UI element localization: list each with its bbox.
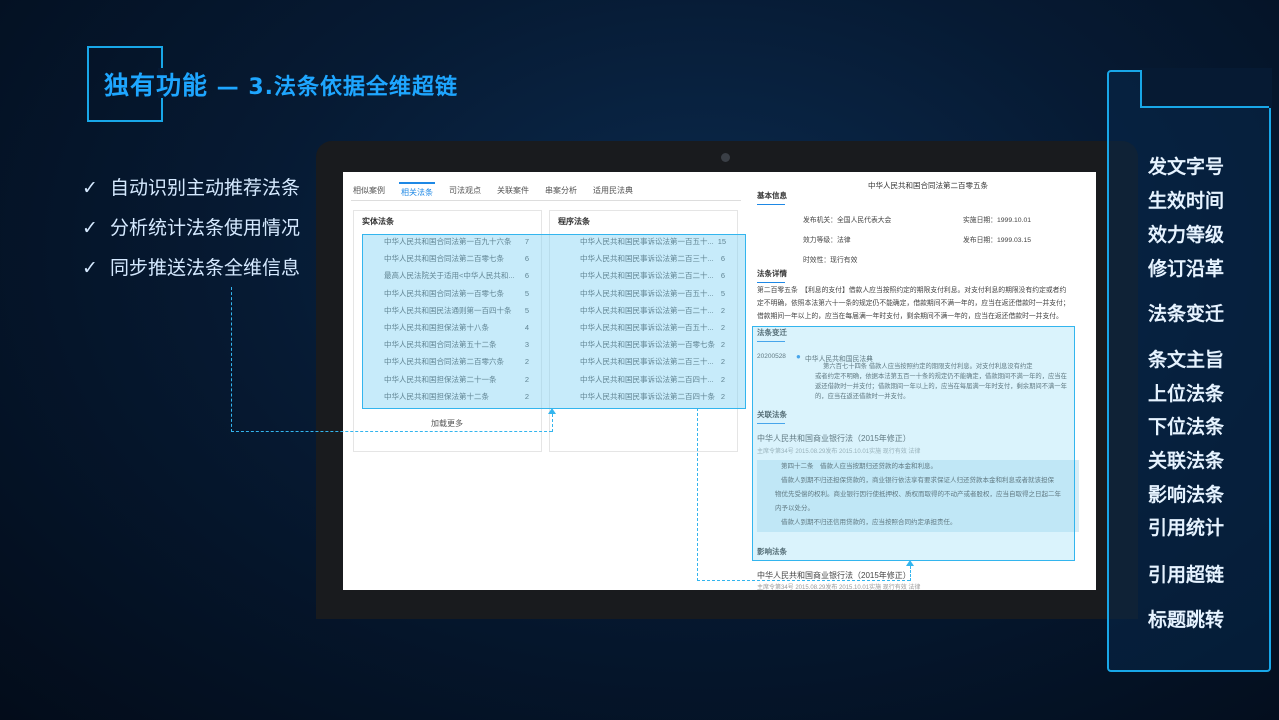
- feature-item: ✓ 分析统计法条使用情况: [82, 217, 301, 239]
- side-item-citation-link: 引用超链: [1148, 564, 1225, 586]
- side-item-title-jump: 标题跳转: [1148, 609, 1225, 631]
- checkmark-icon: ✓: [82, 257, 98, 279]
- tab-divider: [351, 200, 741, 201]
- side-item-related-law: 关联法条: [1148, 450, 1225, 472]
- tab-judicial-views[interactable]: 司法观点: [447, 182, 483, 201]
- law-detail-text: 第二百零五条 【利息的支付】借款人应当按照约定的期限支付利息。对支付利息的期限没…: [757, 287, 1070, 320]
- side-item-article-gist: 条文主旨: [1148, 349, 1225, 371]
- panel-header: 实体法条: [362, 217, 394, 226]
- tab-related-laws[interactable]: 相关法条: [399, 182, 435, 201]
- side-item-effective-time: 生效时间: [1148, 190, 1225, 212]
- tab-similar-cases[interactable]: 相似案例: [351, 182, 387, 201]
- connector-line: [231, 431, 552, 432]
- page-title: 独有功能 — 3.法条依据全维超链: [104, 71, 458, 100]
- section-law-detail: 法条详情: [757, 269, 787, 283]
- connector-line: [231, 287, 232, 432]
- tab-related-cases[interactable]: 关联案件: [495, 182, 531, 201]
- side-panel-notch-line: [1140, 106, 1269, 108]
- connector-line: [910, 566, 911, 581]
- side-item-effect-level: 效力等级: [1148, 224, 1225, 246]
- side-item-law-change: 法条变迁: [1148, 303, 1225, 325]
- side-item-doc-number: 发文字号: [1148, 156, 1225, 178]
- influence-law-meta: 主席令第34号 2015.08.29发布 2015.10.01实施 现行有效 法…: [757, 585, 921, 590]
- law-list-highlight: [362, 234, 746, 409]
- feature-item: ✓ 同步推送法条全维信息: [82, 257, 301, 279]
- impl-date: 实施日期：1999.10.01: [963, 217, 1032, 224]
- load-more-link[interactable]: 加载更多: [431, 418, 463, 429]
- tab-bar: 相似案例 相关法条 司法观点 关联案件 串案分析 适用民法典: [351, 182, 647, 201]
- checkmark-icon: ✓: [82, 177, 98, 199]
- arrow-up-icon: [906, 560, 914, 566]
- pub-date: 发布日期：1999.03.15: [963, 237, 1032, 244]
- side-item-upper-law: 上位法条: [1148, 383, 1225, 405]
- issuer: 发布机关：全国人民代表大会: [803, 217, 892, 224]
- camera-icon: [721, 153, 730, 162]
- connector-line: [697, 408, 698, 581]
- connector-line: [552, 414, 553, 432]
- checkmark-icon: ✓: [82, 217, 98, 239]
- tab-civil-code[interactable]: 适用民法典: [591, 182, 635, 201]
- validity: 时效性：现行有效: [803, 257, 858, 264]
- side-panel-notch-line: [1140, 70, 1143, 108]
- detail-highlight: [752, 326, 1075, 561]
- effect-level: 效力等级：法律: [803, 237, 851, 244]
- section-basic-info: 基本信息: [757, 191, 787, 205]
- arrow-up-icon: [548, 408, 556, 414]
- law-title: 中华人民共和国合同法第二百零五条: [868, 181, 988, 190]
- feature-list: ✓ 自动识别主动推荐法条 ✓ 分析统计法条使用情况 ✓ 同步推送法条全维信息: [82, 175, 300, 295]
- tab-case-analysis[interactable]: 串案分析: [543, 182, 579, 201]
- side-item-citation-stats: 引用统计: [1148, 517, 1225, 539]
- feature-item: ✓ 自动识别主动推荐法条: [82, 177, 301, 199]
- side-item-lower-law: 下位法条: [1148, 416, 1225, 438]
- side-panel-notch: [1140, 68, 1272, 108]
- connector-line: [697, 580, 910, 581]
- panel-header: 程序法条: [558, 217, 590, 226]
- side-item-influence-law: 影响法条: [1148, 484, 1225, 506]
- side-item-revision-history: 修订沿革: [1148, 258, 1225, 280]
